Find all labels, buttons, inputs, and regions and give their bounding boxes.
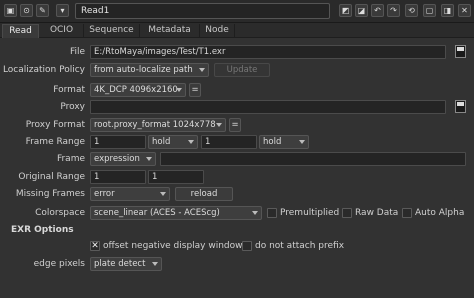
premultiplied-checkbox[interactable] <box>267 208 277 218</box>
frame-range-start-field[interactable]: 1 <box>90 135 146 149</box>
raw-data-label: Raw Data <box>355 208 399 218</box>
format-edit-button[interactable]: = <box>189 83 201 97</box>
gear-icon[interactable]: ▣ <box>4 4 17 17</box>
mask-icon[interactable]: ◪ <box>355 4 368 17</box>
chevron-down-icon <box>252 211 258 215</box>
chevron-down-icon <box>216 123 222 127</box>
chevron-down-icon <box>188 140 194 144</box>
proxy-format-label: Proxy Format <box>25 120 85 130</box>
proxy-format-dropdown[interactable]: root.proxy_format 1024x778 <box>90 118 226 132</box>
panel-titlebar: ▣ ⊙ ✎ ▾ Read1 ◩ ◪ ↶ ↷ ⟲ ▢ ◨ ✕ <box>0 0 474 23</box>
float-panel-icon[interactable]: ▾ <box>56 4 69 17</box>
chevron-down-icon <box>199 68 205 72</box>
offset-negative-display-window-checkbox[interactable]: ✕ <box>90 241 100 251</box>
chevron-down-icon <box>176 88 182 92</box>
redo-icon[interactable]: ↷ <box>387 4 400 17</box>
edge-pixels-value: plate detect <box>94 259 146 269</box>
reload-button[interactable]: reload <box>175 187 233 201</box>
frame-mode-value: expression <box>94 154 140 164</box>
tab-ocio[interactable]: OCIO <box>40 24 84 38</box>
undo-icon[interactable]: ↶ <box>371 4 384 17</box>
file-path-field[interactable]: E:/RtoMaya/images/Test/T1.exr <box>90 45 446 59</box>
frame-range-label: Frame Range <box>25 137 85 147</box>
original-range-start-field[interactable]: 1 <box>90 170 146 184</box>
tab-bar: Read OCIO Sequence Metadata Node <box>0 23 474 38</box>
edge-pixels-label: edge pixels <box>33 259 85 269</box>
chevron-down-icon <box>299 140 305 144</box>
update-button[interactable]: Update <box>214 63 270 77</box>
close-icon[interactable]: ✕ <box>458 4 471 17</box>
format-value: 4K_DCP 4096x2160 <box>94 85 178 95</box>
tab-read[interactable]: Read <box>2 24 39 38</box>
localization-policy-label: Localization Policy <box>2 65 85 75</box>
exr-options-heading: EXR Options <box>11 225 74 235</box>
frame-expression-field[interactable] <box>160 152 466 166</box>
chevron-down-icon <box>146 157 152 161</box>
chevron-down-icon <box>152 262 158 266</box>
missing-frames-label: Missing Frames <box>15 189 85 199</box>
premultiplied-label: Premultiplied <box>280 208 340 218</box>
frame-mode-dropdown[interactable]: expression <box>90 152 156 166</box>
original-range-label: Original Range <box>18 172 85 182</box>
tab-metadata[interactable]: Metadata <box>140 24 200 38</box>
do-not-attach-prefix-checkbox[interactable] <box>242 241 252 251</box>
file-label: File <box>69 47 85 57</box>
help-icon[interactable]: ✎ <box>36 4 49 17</box>
viewer-icon[interactable]: ◩ <box>339 4 352 17</box>
file-browser-icon[interactable] <box>455 45 466 58</box>
missing-frames-value: error <box>94 189 115 199</box>
proxy-label: Proxy <box>60 102 85 112</box>
frame-range-start-mode-dropdown[interactable]: hold <box>148 135 198 149</box>
localization-policy-value: from auto-localize path <box>94 65 193 75</box>
proxy-file-browser-icon[interactable] <box>455 100 466 113</box>
missing-frames-dropdown[interactable]: error <box>90 187 170 201</box>
frame-range-end-field[interactable]: 1 <box>201 135 257 149</box>
do-not-attach-prefix-label: do not attach prefix <box>255 241 345 251</box>
raw-data-checkbox[interactable] <box>342 208 352 218</box>
proxy-format-value: root.proxy_format 1024x778 <box>94 120 216 130</box>
node-color-icon[interactable]: ⊙ <box>20 4 33 17</box>
tab-sequence[interactable]: Sequence <box>84 24 140 38</box>
tab-node[interactable]: Node <box>200 24 235 38</box>
maximize-icon[interactable]: ◨ <box>441 4 454 17</box>
frame-range-end-mode-value: hold <box>263 137 282 147</box>
node-name-field[interactable]: Read1 <box>75 3 330 19</box>
colorspace-value: scene_linear (ACES - ACEScg) <box>94 208 220 218</box>
colorspace-dropdown[interactable]: scene_linear (ACES - ACEScg) <box>90 206 262 220</box>
chevron-down-icon <box>160 192 166 196</box>
frame-range-end-mode-dropdown[interactable]: hold <box>259 135 309 149</box>
proxy-path-field[interactable] <box>90 100 446 114</box>
proxy-format-edit-button[interactable]: = <box>229 118 241 132</box>
format-label: Format <box>53 85 85 95</box>
colorspace-label: Colorspace <box>35 208 85 218</box>
revert-icon[interactable]: ⟲ <box>405 4 418 17</box>
localization-policy-dropdown[interactable]: from auto-localize path <box>90 63 209 77</box>
format-dropdown[interactable]: 4K_DCP 4096x2160 <box>90 83 186 97</box>
auto-alpha-checkbox[interactable] <box>402 208 412 218</box>
frame-label: Frame <box>56 154 85 164</box>
auto-alpha-label: Auto Alpha <box>415 208 465 218</box>
offset-negative-display-window-label: offset negative display window <box>103 241 243 251</box>
frame-range-start-mode-value: hold <box>152 137 171 147</box>
minimize-icon[interactable]: ▢ <box>423 4 436 17</box>
original-range-end-field[interactable]: 1 <box>148 170 204 184</box>
edge-pixels-dropdown[interactable]: plate detect <box>90 257 162 271</box>
